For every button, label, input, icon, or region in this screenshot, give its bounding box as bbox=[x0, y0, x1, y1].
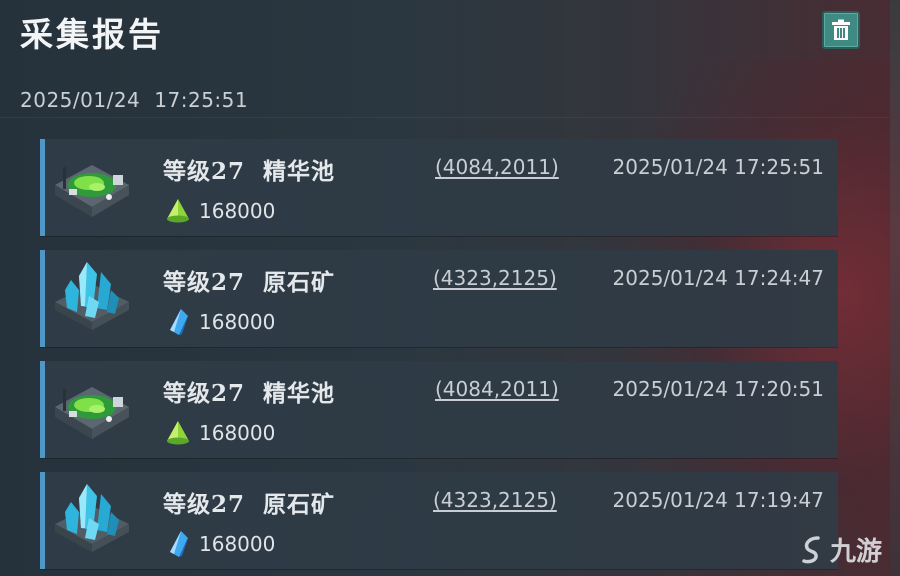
scroll-edge bbox=[890, 0, 900, 576]
resource-amount: 168000 bbox=[165, 530, 275, 558]
crystal-icon bbox=[170, 531, 188, 557]
essence-icon bbox=[167, 199, 189, 223]
crystal-mine-thumbnail bbox=[55, 484, 129, 552]
delete-button[interactable] bbox=[822, 11, 860, 49]
resource-value: 168000 bbox=[199, 421, 276, 445]
watermark: 九游 bbox=[800, 531, 882, 568]
resource-amount: 168000 bbox=[165, 197, 275, 225]
crystal-mine-thumbnail bbox=[55, 262, 129, 330]
essence-pool-thumbnail bbox=[55, 165, 129, 217]
coordinates-link[interactable]: (4323,2125) bbox=[433, 266, 557, 290]
resource-value: 168000 bbox=[199, 199, 276, 223]
report-title: 等级27 原石矿 bbox=[163, 491, 336, 518]
watermark-text: 九游 bbox=[829, 537, 882, 567]
resource-value: 168000 bbox=[199, 532, 276, 556]
coordinates-link[interactable]: (4084,2011) bbox=[435, 377, 559, 401]
coordinates-link[interactable]: (4084,2011) bbox=[435, 155, 559, 179]
report-card[interactable]: 等级27 原石矿 (4323,2125) 2025/01/24 17:24:47… bbox=[40, 250, 838, 347]
report-timestamp: 2025/01/24 17:25:51 bbox=[612, 155, 824, 179]
report-timestamp: 2025/01/24 17:20:51 bbox=[612, 377, 824, 401]
essence-icon bbox=[167, 421, 189, 445]
report-title: 等级27 原石矿 bbox=[163, 269, 336, 296]
report-date-day: 2025/01/24 bbox=[20, 88, 141, 112]
collection-report-page: 采集报告 2025/01/24 17:25:51 等级27 精华池 (4084,… bbox=[0, 0, 900, 576]
report-card[interactable]: 等级27 精华池 (4084,2011) 2025/01/24 17:20:51… bbox=[40, 361, 838, 458]
resource-amount: 168000 bbox=[165, 419, 275, 447]
report-date-time: 17:25:51 bbox=[154, 88, 249, 112]
essence-pool-thumbnail bbox=[55, 387, 129, 439]
header-divider bbox=[0, 117, 890, 118]
coordinates-link[interactable]: (4323,2125) bbox=[433, 488, 557, 512]
report-title: 等级27 精华池 bbox=[163, 158, 336, 185]
resource-value: 168000 bbox=[199, 310, 276, 334]
report-timestamp: 2025/01/24 17:19:47 bbox=[612, 488, 824, 512]
jiuyou-logo-icon bbox=[802, 535, 820, 563]
report-list: 等级27 精华池 (4084,2011) 2025/01/24 17:25:51… bbox=[40, 139, 838, 576]
page-title: 采集报告 bbox=[20, 15, 164, 54]
crystal-icon bbox=[170, 309, 188, 335]
resource-amount: 168000 bbox=[165, 308, 275, 336]
report-card[interactable]: 等级27 精华池 (4084,2011) 2025/01/24 17:25:51… bbox=[40, 139, 838, 236]
trash-icon bbox=[832, 19, 850, 40]
report-timestamp: 2025/01/24 17:24:47 bbox=[612, 266, 824, 290]
report-title: 等级27 精华池 bbox=[163, 380, 336, 407]
report-card[interactable]: 等级27 原石矿 (4323,2125) 2025/01/24 17:19:47… bbox=[40, 472, 838, 569]
report-date: 2025/01/24 17:25:51 bbox=[20, 88, 248, 112]
